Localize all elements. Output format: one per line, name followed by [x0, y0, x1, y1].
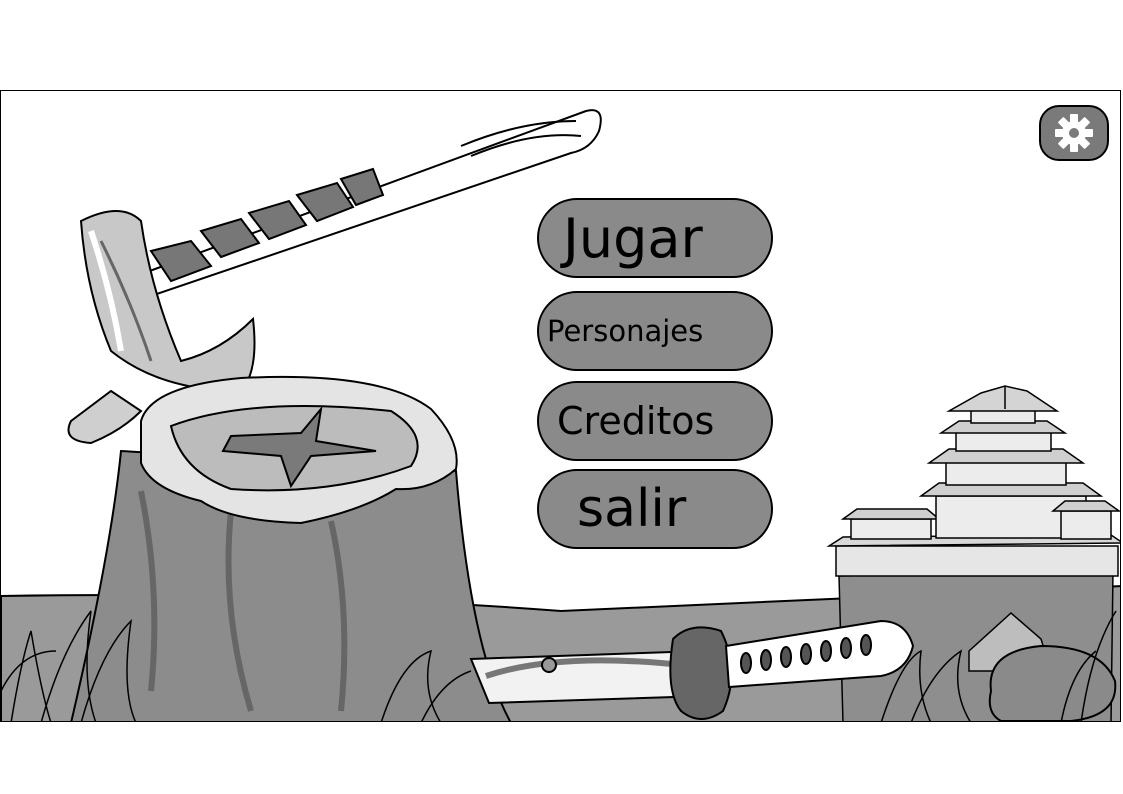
gear-icon — [1055, 114, 1093, 152]
play-button-label: Jugar — [563, 206, 703, 270]
tree-stump-illustration — [70, 375, 512, 721]
credits-button[interactable]: Creditos — [537, 381, 773, 461]
play-button[interactable]: Jugar — [537, 198, 773, 278]
characters-button-label: Personajes — [547, 314, 704, 348]
game-main-menu: Jugar Personajes Creditos salir — [0, 90, 1121, 722]
settings-button[interactable] — [1039, 105, 1109, 161]
exit-button[interactable]: salir — [537, 469, 773, 549]
exit-button-label: salir — [577, 479, 687, 539]
credits-button-label: Creditos — [557, 399, 715, 443]
characters-button[interactable]: Personajes — [537, 291, 773, 371]
